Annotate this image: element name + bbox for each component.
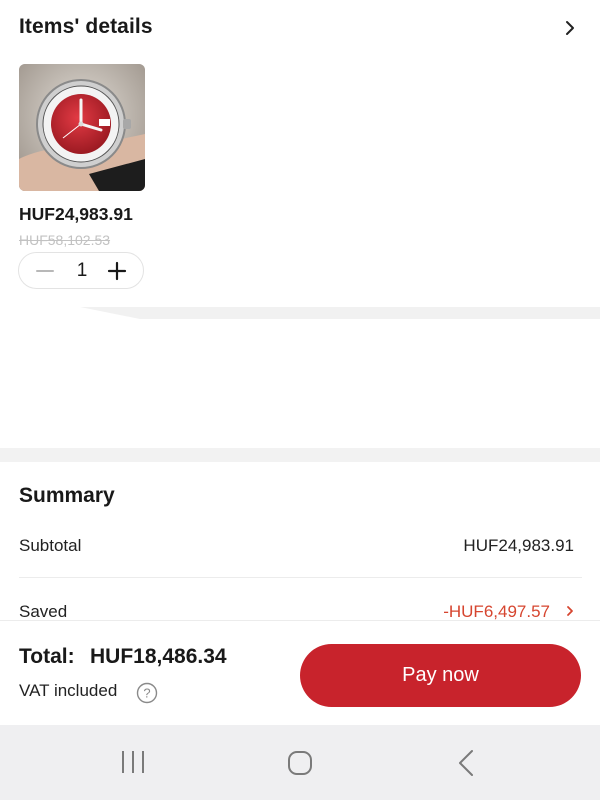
subtotal-value: HUF24,983.91 (463, 536, 574, 555)
subtotal-label: Subtotal (19, 536, 82, 555)
home-icon[interactable] (286, 749, 314, 777)
chevron-right-icon[interactable] (565, 603, 575, 619)
chevron-right-icon[interactable] (562, 18, 578, 38)
quantity-value[interactable]: 1 (69, 260, 95, 282)
pay-now-button[interactable]: Pay now (300, 644, 581, 707)
quantity-stepper: 1 (18, 252, 144, 289)
recents-icon[interactable] (120, 749, 146, 775)
saved-value[interactable]: -HUF6,497.57 (443, 602, 550, 622)
product-image[interactable] (19, 64, 145, 191)
summary-divider (19, 577, 582, 578)
checkout-bar: Total: HUF18,486.34 VAT included ? Pay n… (0, 620, 600, 725)
total-value: HUF18,486.34 (90, 645, 227, 668)
svg-text:?: ? (143, 686, 150, 701)
total-label: Total: (19, 645, 75, 668)
system-navigation-bar (0, 725, 600, 800)
items-details-title: Items' details (19, 15, 153, 38)
section-divider (0, 448, 600, 462)
minus-icon[interactable] (35, 262, 55, 280)
saved-label: Saved (19, 602, 68, 621)
wristwatch-icon (19, 64, 145, 191)
plus-icon[interactable] (107, 261, 127, 281)
back-icon[interactable] (456, 749, 476, 777)
summary-title: Summary (19, 484, 115, 507)
items-details-header[interactable]: Items' details (0, 0, 600, 56)
vat-label: VAT included (19, 681, 118, 700)
product-price: HUF24,983.91 (19, 204, 133, 224)
section-divider (80, 307, 600, 319)
help-icon[interactable]: ? (136, 682, 158, 704)
product-original-price: HUF58,102.53 (19, 232, 111, 248)
